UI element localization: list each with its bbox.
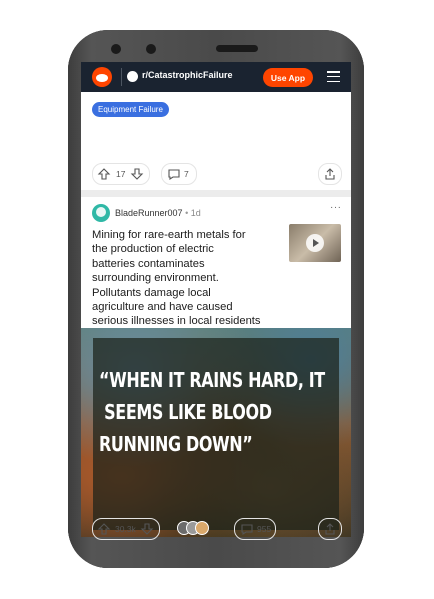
title-line: batteries contaminates (92, 257, 205, 270)
screen: r/CatastrophicFailure Use App Equipment … (81, 62, 351, 537)
post-separator (81, 190, 351, 197)
post-title[interactable]: Mining for rare-earth metals for the pro… (92, 228, 280, 329)
flair-badge[interactable]: Equipment Failure (92, 102, 169, 117)
quote-line: seems like blood (99, 400, 272, 424)
play-icon[interactable] (306, 234, 324, 252)
title-line: Pollutants damage local (92, 286, 211, 299)
title-line: serious illnesses in local residents (92, 315, 261, 328)
comments-button[interactable]: 955 (234, 518, 276, 540)
upvote-icon[interactable] (97, 522, 111, 536)
camera-icon (111, 44, 121, 54)
quote-line: running down” (99, 432, 253, 456)
downvote-icon[interactable] (130, 167, 144, 181)
use-app-button[interactable]: Use App (263, 68, 313, 87)
share-icon (325, 523, 335, 535)
title-line: the production of electric (92, 243, 214, 256)
reddit-logo-icon[interactable] (92, 67, 112, 87)
divider (121, 68, 122, 86)
share-button[interactable] (318, 518, 342, 540)
quote-text: “When it rains hard, it seems like blood… (99, 364, 325, 460)
post-age: 1d (190, 208, 201, 218)
comments-button[interactable]: 7 (161, 163, 197, 185)
sensor-icon (146, 44, 156, 54)
title-line: surrounding environment. (92, 272, 219, 285)
downvote-icon[interactable] (140, 522, 154, 536)
author-name[interactable]: BladeRunner007 (115, 208, 183, 218)
comment-count: 7 (184, 169, 189, 179)
post-meta: BladeRunner007 • 1d (115, 208, 201, 218)
subreddit-name[interactable]: r/CatastrophicFailure (142, 70, 233, 80)
phone-frame: r/CatastrophicFailure Use App Equipment … (68, 30, 364, 568)
awards-group[interactable] (177, 521, 213, 535)
vote-pill: 17 (92, 163, 150, 185)
share-button[interactable] (318, 163, 342, 185)
more-options-icon[interactable]: ··· (330, 202, 342, 213)
subreddit-icon[interactable] (127, 71, 138, 82)
speaker-grille (216, 45, 258, 52)
vote-count: 30.3k (115, 524, 136, 534)
award-icon (195, 521, 209, 535)
post-media-image[interactable]: “When it rains hard, it seems like blood… (81, 328, 351, 537)
upvote-icon[interactable] (97, 167, 111, 181)
vote-pill: 30.3k (92, 518, 160, 540)
top-bar: r/CatastrophicFailure Use App (81, 62, 351, 92)
share-icon (325, 168, 335, 180)
post-actions-row: 30.3k 955 (81, 515, 351, 541)
title-line: Mining for rare-earth metals for (92, 229, 246, 241)
title-line: agriculture and have caused (92, 301, 233, 314)
comment-count: 955 (257, 524, 272, 534)
avatar[interactable] (92, 204, 110, 222)
video-thumbnail[interactable] (289, 224, 341, 262)
comment-icon (168, 169, 180, 181)
meta-separator: • (185, 208, 189, 218)
previous-post-actions: 17 7 (81, 160, 351, 186)
menu-icon[interactable] (327, 71, 340, 83)
vote-count: 17 (116, 169, 126, 179)
quote-line: “When it rains hard, it (99, 368, 325, 392)
comment-icon (241, 524, 253, 536)
